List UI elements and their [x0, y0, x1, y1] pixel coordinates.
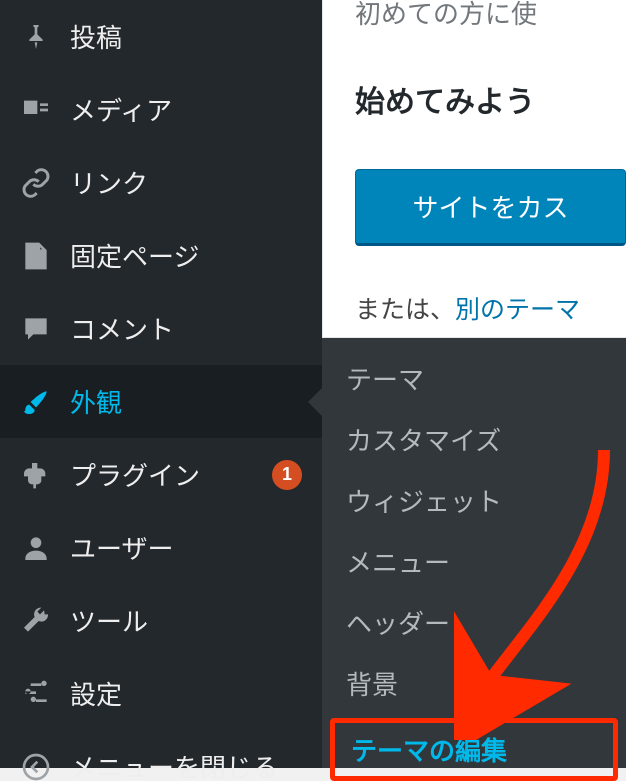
- sidebar-item-label: コメント: [70, 310, 302, 347]
- sidebar-item-label: プラグイン: [70, 456, 254, 493]
- welcome-panel: 初めての方に使 始めてみよう サイトをカス または、別のテーマ: [322, 0, 626, 338]
- update-badge: 1: [272, 460, 302, 490]
- sidebar-item-users[interactable]: ユーザー: [0, 511, 322, 584]
- submenu-widgets[interactable]: ウィジェット: [322, 470, 626, 531]
- submenu-customize[interactable]: カスタマイズ: [322, 409, 626, 470]
- sidebar-item-label: ユーザー: [70, 529, 302, 566]
- collapse-icon: [20, 751, 52, 781]
- sidebar-collapse[interactable]: メニューを閉じる: [0, 730, 322, 781]
- sidebar-item-label: 投稿: [70, 18, 302, 55]
- link-icon: [20, 167, 52, 199]
- sidebar-item-comments[interactable]: コメント: [0, 292, 322, 365]
- sidebar-item-tools[interactable]: ツール: [0, 584, 322, 657]
- media-icon: [20, 94, 52, 126]
- sidebar-collapse-label: メニューを閉じる: [70, 748, 302, 781]
- sidebar-item-links[interactable]: リンク: [0, 146, 322, 219]
- submenu-themes[interactable]: テーマ: [322, 348, 626, 409]
- sidebar-item-label: 外観: [70, 383, 302, 420]
- user-icon: [20, 532, 52, 564]
- sidebar-item-appearance[interactable]: 外観: [0, 365, 322, 438]
- brush-icon: [20, 386, 52, 418]
- sidebar-item-label: ツール: [70, 602, 302, 639]
- sidebar-item-label: リンク: [70, 164, 302, 201]
- pin-icon: [20, 21, 52, 53]
- submenu-theme-editor[interactable]: テーマの編集: [330, 718, 618, 781]
- sidebar-item-settings[interactable]: 設定: [0, 657, 322, 730]
- content-area: 初めての方に使 始めてみよう サイトをカス または、別のテーマ: [322, 0, 626, 338]
- sidebar-item-label: メディア: [70, 91, 302, 128]
- wrench-icon: [20, 605, 52, 637]
- plugin-icon: [20, 459, 52, 491]
- sidebar-item-pages[interactable]: 固定ページ: [0, 219, 322, 292]
- sidebar-item-posts[interactable]: 投稿: [0, 0, 322, 73]
- sidebar-item-plugins[interactable]: プラグイン 1: [0, 438, 322, 511]
- comment-icon: [20, 313, 52, 345]
- sidebar-item-label: 設定: [70, 675, 302, 712]
- change-theme-link[interactable]: 別のテーマ: [455, 296, 580, 324]
- submenu-background[interactable]: 背景: [322, 653, 626, 714]
- submenu-header[interactable]: ヘッダー: [322, 592, 626, 653]
- welcome-heading: 始めてみよう: [355, 77, 626, 121]
- page-icon: [20, 240, 52, 272]
- welcome-intro-text: 初めての方に使: [355, 0, 626, 31]
- sidebar-item-media[interactable]: メディア: [0, 73, 322, 146]
- settings-icon: [20, 678, 52, 710]
- customize-site-button[interactable]: サイトをカス: [355, 169, 626, 246]
- welcome-or-prefix: または、: [355, 296, 455, 324]
- admin-sidebar: 投稿 メディア リンク 固定ページ コメント 外観 プラ: [0, 0, 322, 768]
- welcome-or-text: または、別のテーマ: [355, 290, 626, 326]
- submenu-menus[interactable]: メニュー: [322, 531, 626, 592]
- sidebar-item-label: 固定ページ: [70, 237, 302, 274]
